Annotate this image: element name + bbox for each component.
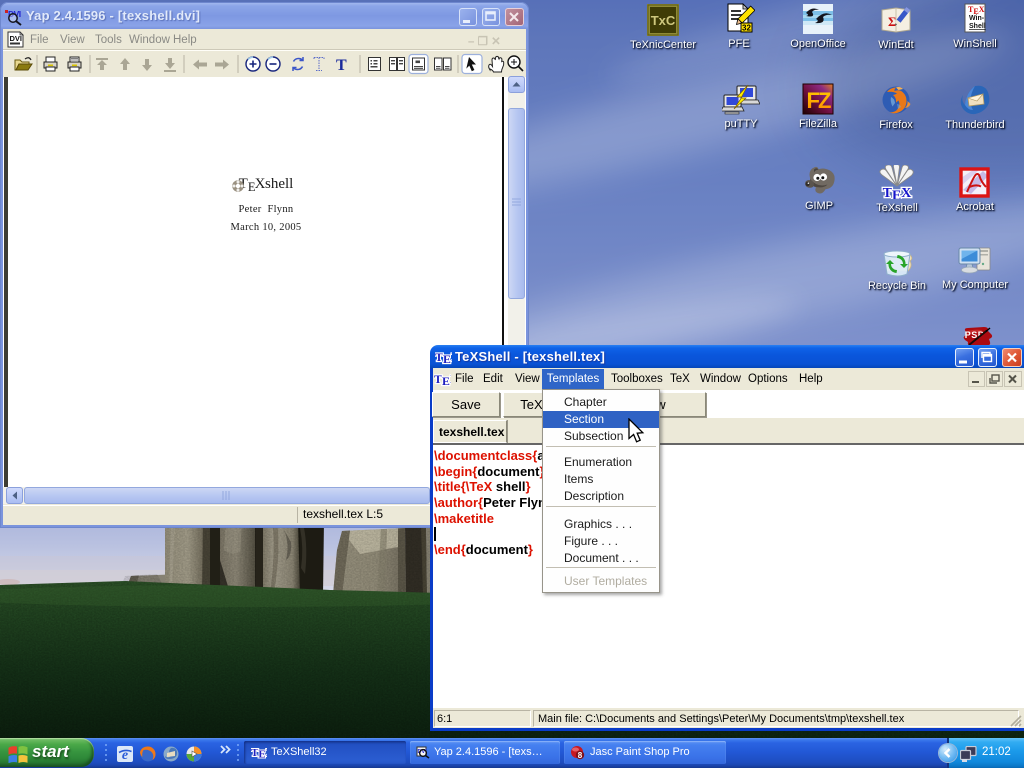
svg-text:32: 32: [742, 24, 751, 33]
svg-text:TEX: TEX: [251, 747, 267, 760]
svg-text:FZ: FZ: [807, 88, 831, 113]
svg-text:TxC: TxC: [651, 13, 676, 28]
svg-text:Shell: Shell: [969, 23, 986, 30]
svg-text:Σ: Σ: [888, 14, 897, 29]
svg-text:T: T: [336, 57, 347, 74]
svg-text:8: 8: [578, 751, 583, 760]
svg-text:TEX: TEX: [435, 350, 452, 365]
svg-text:TEX: TEX: [883, 186, 912, 199]
svg-text:Win-: Win-: [969, 15, 985, 22]
